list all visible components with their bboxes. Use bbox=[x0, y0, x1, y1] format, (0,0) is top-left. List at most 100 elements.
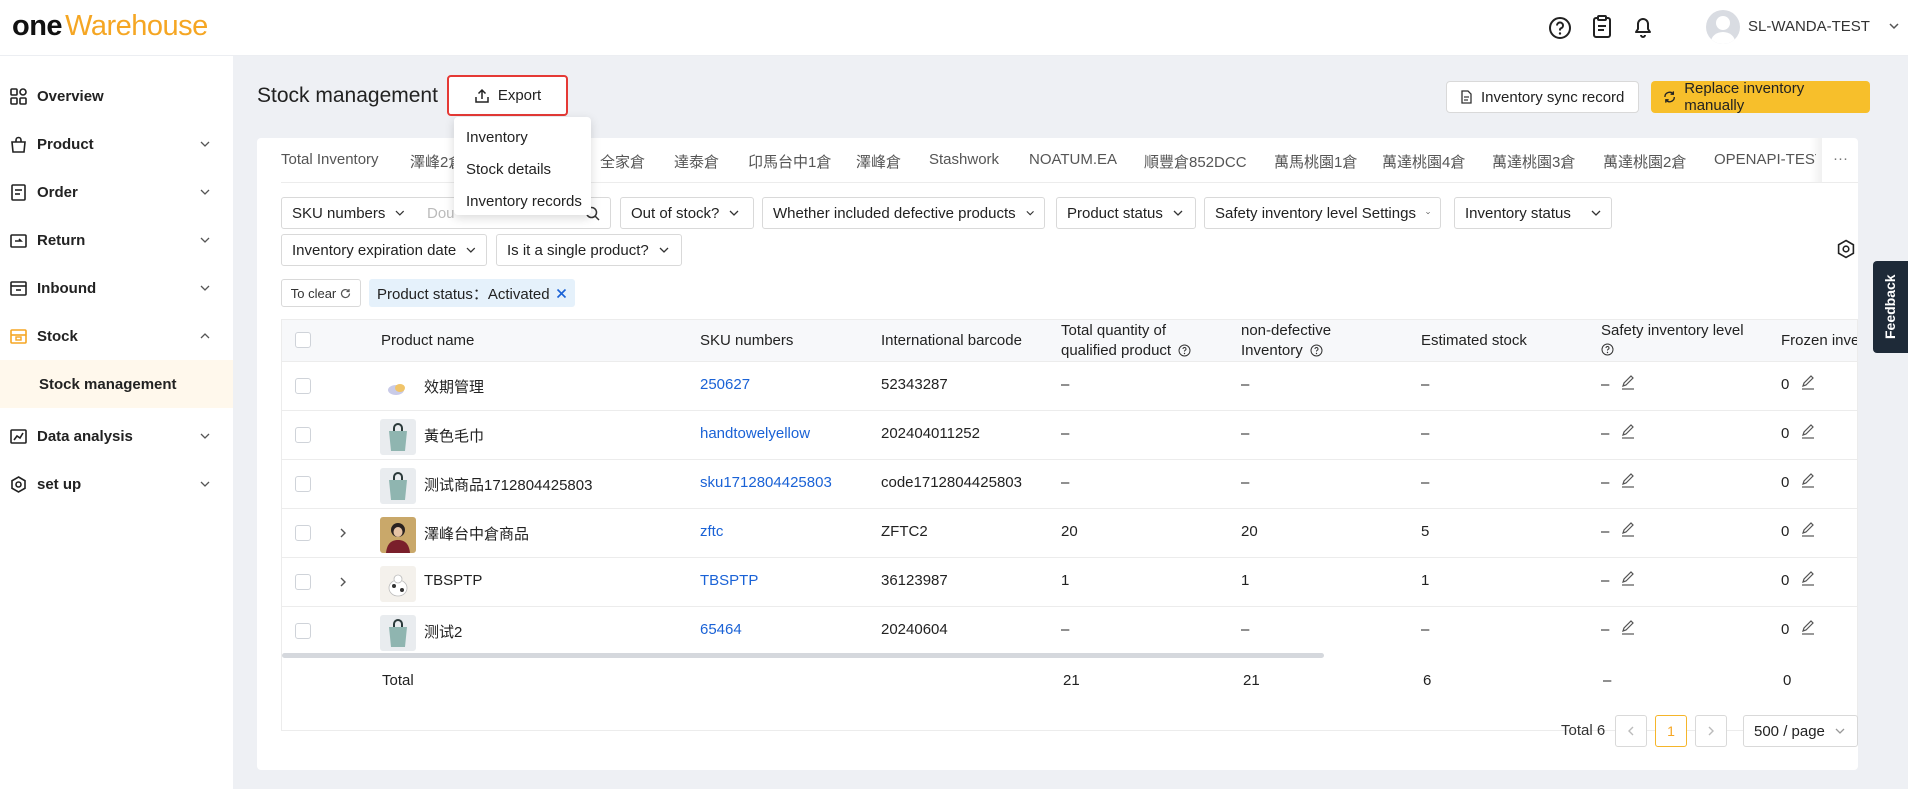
upload-icon bbox=[475, 88, 489, 103]
sidebar-item-order[interactable]: Order bbox=[0, 172, 233, 212]
safety-level: – bbox=[1601, 474, 1610, 491]
select-all-checkbox[interactable] bbox=[295, 332, 311, 348]
defective-filter[interactable]: Whether included defective products bbox=[762, 197, 1045, 229]
clear-filters-button[interactable]: To clear bbox=[281, 279, 361, 307]
sidebar-item-inbound[interactable]: Inbound bbox=[0, 268, 233, 308]
clipboard-icon[interactable] bbox=[1589, 14, 1615, 40]
edit-icon[interactable] bbox=[1800, 423, 1816, 439]
bell-icon[interactable] bbox=[1630, 14, 1656, 40]
product-status-filter[interactable]: Product status bbox=[1056, 197, 1196, 229]
row-checkbox[interactable] bbox=[295, 574, 311, 590]
page-size-label: 500 / page bbox=[1754, 722, 1825, 740]
product-name: 效期管理 bbox=[424, 379, 485, 396]
sku-link[interactable]: sku1712804425803 bbox=[700, 474, 832, 491]
edit-icon[interactable] bbox=[1800, 619, 1816, 635]
help-icon[interactable] bbox=[1178, 344, 1191, 357]
next-page-button[interactable] bbox=[1695, 715, 1727, 747]
expiration-date-filter[interactable]: Inventory expiration date bbox=[281, 234, 487, 266]
product-name: 测试2 bbox=[424, 624, 463, 641]
sidebar-item-return[interactable]: Return bbox=[0, 220, 233, 260]
edit-icon[interactable] bbox=[1620, 423, 1636, 439]
edit-icon[interactable] bbox=[1620, 570, 1636, 586]
tab-warehouse[interactable]: OPENAPI-TEST bbox=[1714, 151, 1816, 168]
edit-icon[interactable] bbox=[1620, 472, 1636, 488]
tab-total-inventory[interactable]: Total Inventory bbox=[281, 151, 379, 168]
row-checkbox[interactable] bbox=[295, 623, 311, 639]
replace-inventory-button[interactable]: Replace inventory manually bbox=[1651, 80, 1870, 114]
expand-row-icon[interactable] bbox=[338, 527, 348, 539]
inventory-status-filter[interactable]: Inventory status bbox=[1454, 197, 1612, 229]
feedback-tab[interactable]: Feedback bbox=[1873, 261, 1908, 353]
export-menu-stock-details[interactable]: Stock details bbox=[466, 161, 551, 178]
chevron-down-icon[interactable] bbox=[1888, 20, 1900, 32]
edit-icon[interactable] bbox=[1800, 374, 1816, 390]
tab-warehouse[interactable]: NOATUM.EA bbox=[1029, 151, 1117, 168]
export-menu-inventory[interactable]: Inventory bbox=[466, 129, 528, 146]
row-checkbox[interactable] bbox=[295, 525, 311, 541]
sidebar-subitem-stock-management[interactable]: Stock management bbox=[0, 360, 233, 408]
sku-link[interactable]: 65464 bbox=[700, 621, 742, 638]
tab-warehouse[interactable]: 卬馬台中1倉 bbox=[748, 151, 831, 172]
sidebar-item-set-up[interactable]: set up bbox=[0, 464, 233, 504]
sidebar-item-overview[interactable]: Overview bbox=[0, 76, 233, 116]
close-icon[interactable] bbox=[556, 288, 567, 299]
chevron-up-icon bbox=[200, 333, 210, 339]
tab-warehouse[interactable]: 澤峰倉 bbox=[856, 151, 901, 172]
tab-warehouse[interactable]: Stashwork bbox=[929, 151, 999, 168]
edit-icon[interactable] bbox=[1800, 521, 1816, 537]
edit-icon[interactable] bbox=[1800, 472, 1816, 488]
expand-row-icon[interactable] bbox=[338, 576, 348, 588]
export-menu-inventory-records[interactable]: Inventory records bbox=[466, 193, 582, 210]
help-icon[interactable] bbox=[1601, 343, 1614, 356]
safety-level-filter[interactable]: Safety inventory level Settings bbox=[1204, 197, 1441, 229]
sidebar-item-label: Return bbox=[37, 231, 86, 249]
sku-link[interactable]: 250627 bbox=[700, 376, 750, 393]
order-icon bbox=[11, 184, 26, 201]
chevron-down-icon bbox=[1591, 210, 1601, 216]
help-icon[interactable] bbox=[1310, 344, 1323, 357]
tab-warehouse[interactable]: 順豐倉852DCC bbox=[1144, 151, 1247, 172]
tab-warehouse[interactable]: 萬達桃園3倉 bbox=[1492, 151, 1575, 172]
sku-type-select[interactable]: SKU numbers bbox=[281, 197, 416, 229]
edit-icon[interactable] bbox=[1620, 619, 1636, 635]
sku-link[interactable]: handtowelyellow bbox=[700, 425, 810, 442]
row-checkbox[interactable] bbox=[295, 427, 311, 443]
product-thumbnail bbox=[380, 468, 416, 504]
out-of-stock-filter[interactable]: Out of stock? bbox=[620, 197, 754, 229]
page-button[interactable]: 1 bbox=[1655, 715, 1687, 747]
total-safety: – bbox=[1603, 672, 1612, 689]
edit-icon[interactable] bbox=[1620, 521, 1636, 537]
tab-warehouse[interactable]: 全家倉 bbox=[600, 151, 645, 172]
frozen-qty: 0 bbox=[1781, 621, 1790, 638]
row-checkbox[interactable] bbox=[295, 378, 311, 394]
inventory-table: Product name SKU numbers International b… bbox=[281, 319, 1858, 731]
inventory-sync-record-button[interactable]: Inventory sync record bbox=[1446, 81, 1639, 113]
export-button[interactable]: Export bbox=[447, 75, 568, 116]
column-settings-icon[interactable] bbox=[1836, 239, 1856, 259]
tab-warehouse[interactable]: 萬達桃園4倉 bbox=[1382, 151, 1465, 172]
page-size-select[interactable]: 500 / page bbox=[1743, 715, 1858, 747]
edit-icon[interactable] bbox=[1620, 374, 1636, 390]
tab-more-button[interactable]: ··· bbox=[1833, 150, 1848, 167]
page-title: Stock management bbox=[257, 84, 438, 107]
edit-icon[interactable] bbox=[1800, 570, 1816, 586]
tab-warehouse[interactable]: 達泰倉 bbox=[674, 151, 719, 172]
sidebar-item-stock[interactable]: Stock bbox=[0, 316, 233, 356]
sku-link[interactable]: TBSPTP bbox=[700, 572, 758, 589]
brand-logo[interactable]: one Warehouse bbox=[12, 10, 208, 43]
sidebar-item-data-analysis[interactable]: Data analysis bbox=[0, 416, 233, 456]
sku-link[interactable]: zftc bbox=[700, 523, 723, 540]
sidebar-item-product[interactable]: Product bbox=[0, 124, 233, 164]
single-product-filter[interactable]: Is it a single product? bbox=[496, 234, 682, 266]
tag-label: Product status：Activated bbox=[377, 285, 550, 303]
tab-warehouse[interactable]: 萬馬桃園1倉 bbox=[1274, 151, 1357, 172]
estimated-stock: – bbox=[1421, 621, 1430, 638]
avatar[interactable] bbox=[1706, 10, 1740, 44]
tab-warehouse[interactable]: 萬達桃園2倉 bbox=[1603, 151, 1686, 172]
help-icon[interactable] bbox=[1547, 15, 1573, 41]
table-row: TBSPTP TBSPTP 36123987 1 1 1 – 0 bbox=[282, 558, 1857, 607]
refresh-icon bbox=[1664, 91, 1675, 103]
row-checkbox[interactable] bbox=[295, 476, 311, 492]
prev-page-button[interactable] bbox=[1615, 715, 1647, 747]
user-name[interactable]: SL-WANDA-TEST bbox=[1748, 18, 1870, 35]
